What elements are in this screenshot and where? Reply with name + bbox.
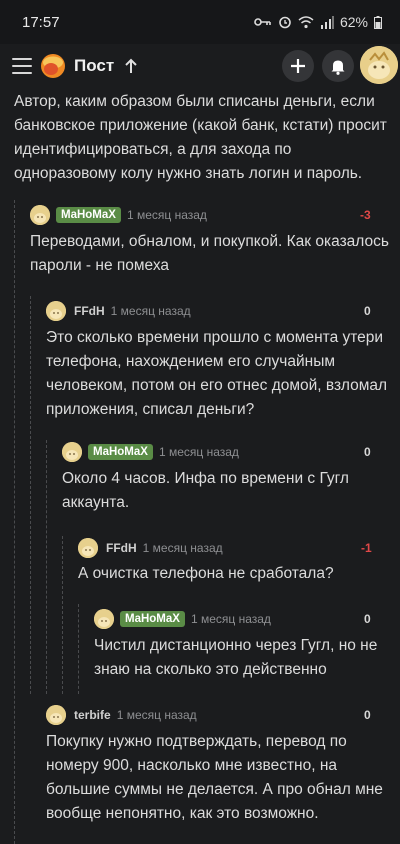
comment-author[interactable]: FFdH — [74, 304, 105, 318]
thread-line — [78, 604, 79, 694]
comment-time: 1 месяц назад — [126, 208, 207, 222]
comment-text: Чистил дистанционно через Гугл, но не зн… — [94, 637, 378, 678]
avatar[interactable] — [30, 205, 50, 225]
comment-header: terbife 1 месяц назад — [46, 704, 197, 726]
comment-time: 1 месяц назад — [190, 612, 271, 626]
comment-text: Покупку нужно подтверждать, перевод по н… — [46, 733, 383, 822]
add-button[interactable] — [282, 50, 314, 82]
status-time: 17:57 — [22, 13, 60, 31]
comment-author[interactable]: FFdH — [106, 541, 137, 555]
status-bar: 17:57 62% — [0, 0, 400, 44]
status-icons: 62% — [254, 14, 382, 30]
alarm-icon — [279, 16, 291, 29]
profile-avatar[interactable] — [360, 46, 398, 84]
comment-rating: 0 — [364, 612, 371, 626]
comment-text: Около 4 часов. Инфа по времени с Гугл ак… — [62, 470, 349, 511]
thread-line — [14, 200, 15, 844]
comment-author[interactable]: MaHoMaX — [120, 611, 185, 627]
plus-icon — [291, 59, 305, 73]
avatar[interactable] — [46, 705, 66, 725]
pikabu-logo[interactable] — [40, 53, 66, 79]
comment-rating: 0 — [364, 445, 371, 459]
thread-line — [30, 296, 31, 694]
comment-time: 1 месяц назад — [110, 304, 191, 318]
comment-author[interactable]: MaHoMaX — [88, 444, 153, 460]
comment-header: FFdH 1 месяц назад — [78, 537, 223, 559]
wifi-icon — [298, 15, 314, 28]
avatar — [360, 46, 398, 84]
page-title: Пост — [74, 56, 115, 75]
thread-line — [62, 536, 63, 694]
comment-header: FFdH 1 месяц назад — [46, 300, 191, 322]
comment-time: 1 месяц назад — [116, 708, 197, 722]
comment-header: MaHoMaX 1 месяц назад — [94, 608, 271, 630]
thread-line — [46, 440, 47, 694]
avatar[interactable] — [46, 301, 66, 321]
comment-rating: -3 — [360, 208, 371, 222]
menu-icon[interactable] — [12, 58, 32, 74]
arrow-up-icon[interactable] — [124, 58, 138, 74]
comment-rating: 0 — [364, 708, 371, 722]
avatar[interactable] — [78, 538, 98, 558]
app-bar: Пост — [0, 44, 400, 88]
comment-text: А очистка телефона не сработала? — [78, 565, 334, 582]
comment-author[interactable]: MaHoMaX — [56, 207, 121, 223]
comment-author[interactable]: terbife — [74, 708, 111, 722]
avatar[interactable] — [62, 442, 82, 462]
comment-header: MaHoMaX 1 месяц назад — [62, 441, 239, 463]
key-icon — [254, 18, 271, 26]
avatar[interactable] — [94, 609, 114, 629]
comment-time: 1 месяц назад — [142, 541, 223, 555]
battery-icon — [374, 15, 382, 29]
comment-time: 1 месяц назад — [158, 445, 239, 459]
comment-rating: -1 — [361, 541, 372, 555]
notifications-button[interactable] — [322, 50, 354, 82]
post-text: Автор, каким образом были списаны деньги… — [14, 93, 387, 182]
signal-icon — [320, 15, 334, 29]
comment-text: Это сколько времени прошло с момента уте… — [46, 329, 388, 418]
bell-icon — [331, 60, 345, 75]
comment-header: MaHoMaX 1 месяц назад — [30, 204, 207, 226]
comment-text: Переводами, обналом, и покупкой. Как ока… — [30, 233, 389, 274]
comment-rating: 0 — [364, 304, 371, 318]
battery-percent: 62% — [339, 14, 368, 30]
